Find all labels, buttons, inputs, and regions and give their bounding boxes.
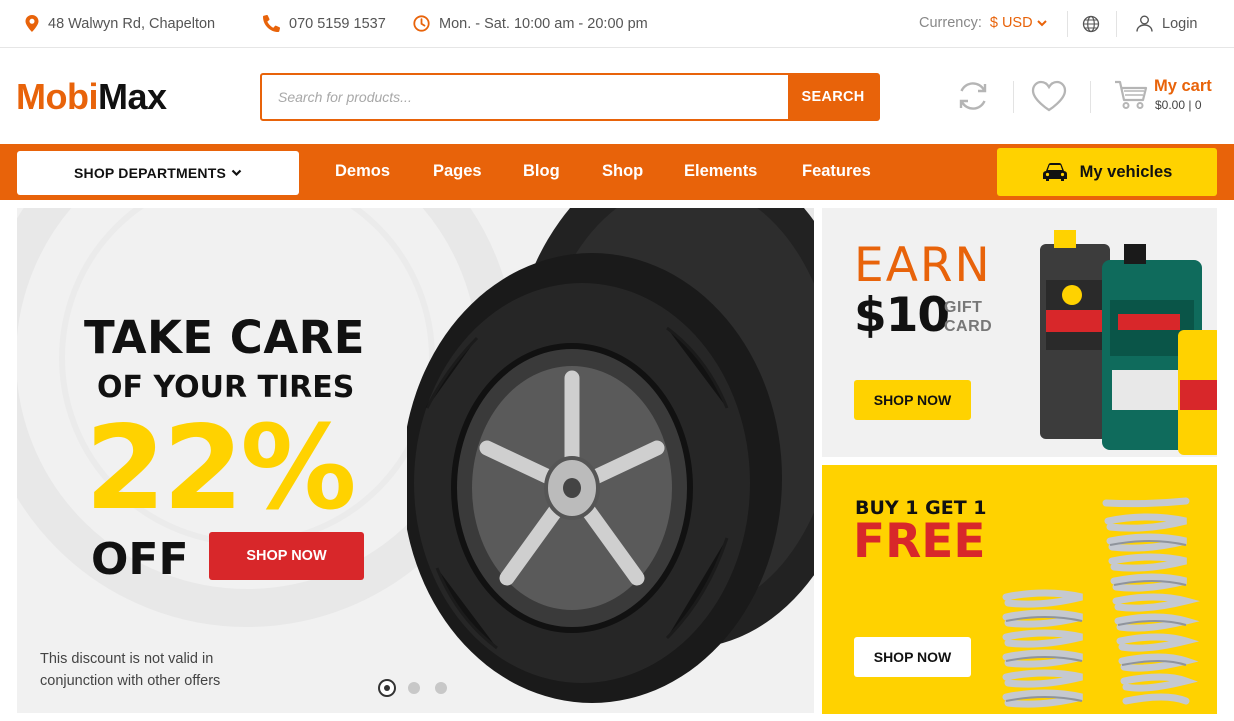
- logo-part-1: Mobi: [16, 76, 98, 117]
- bogo-promo: BUY 1 GET 1 FREE SHOP NOW: [822, 465, 1217, 714]
- globe-icon: [1082, 15, 1100, 33]
- shop-departments-button[interactable]: SHOP DEPARTMENTS: [17, 151, 299, 195]
- my-vehicles-button[interactable]: My vehicles: [997, 148, 1217, 196]
- divider: [1116, 11, 1117, 37]
- shop-departments-label: SHOP DEPARTMENTS: [73, 165, 227, 181]
- phone-info[interactable]: 070 5159 1537: [263, 15, 386, 32]
- hero-disclaimer: This discount is not valid in conjunctio…: [40, 651, 221, 689]
- main-nav: SHOP DEPARTMENTS Demos Pages Blog Shop E…: [0, 144, 1234, 200]
- slider-dot-1[interactable]: [378, 679, 396, 697]
- promo2-shop-now-button[interactable]: SHOP NOW: [854, 637, 971, 677]
- user-icon: [1136, 15, 1153, 32]
- cart-icon: [1115, 80, 1148, 109]
- hero-off-label: OFF: [91, 534, 189, 585]
- hours-info: Mon. - Sat. 10:00 am - 20:00 pm: [413, 15, 648, 32]
- phone-text: 070 5159 1537: [289, 15, 386, 32]
- nav-item-demos[interactable]: Demos: [335, 162, 390, 181]
- cart-summary: $0.00 | 0: [1155, 98, 1202, 112]
- nav-item-blog[interactable]: Blog: [523, 162, 560, 181]
- search-input[interactable]: [262, 75, 788, 119]
- promo1-gift-line: GIFT: [944, 299, 983, 316]
- clock-icon: [413, 15, 430, 32]
- hero-shop-now-button[interactable]: SHOP NOW: [209, 532, 364, 580]
- promo2-free-label: FREE: [853, 514, 986, 569]
- promo1-shop-now-button[interactable]: SHOP NOW: [854, 380, 971, 420]
- my-vehicles-label: My vehicles: [1079, 162, 1173, 181]
- login-link[interactable]: Login: [1136, 15, 1197, 32]
- logo-part-2: Max: [97, 76, 167, 117]
- refresh-icon: [959, 82, 987, 110]
- language-selector[interactable]: [1082, 15, 1109, 33]
- site-logo[interactable]: MobiMax: [16, 78, 167, 116]
- top-info-bar: 48 Walwyn Rd, Chapelton 070 5159 1537 Mo…: [0, 0, 1234, 48]
- gift-card-promo: EARN $10 GIFT CARD SHOP NOW: [822, 208, 1217, 457]
- wishlist-button[interactable]: [1031, 80, 1067, 117]
- car-icon: [1042, 163, 1067, 181]
- tire-illustration: [407, 208, 814, 703]
- currency-value-text: $ USD: [989, 15, 1033, 31]
- motor-oil-illustration: [1040, 230, 1217, 455]
- currency-value[interactable]: $ USD: [990, 15, 1047, 31]
- address-info: 48 Walwyn Rd, Chapelton: [25, 15, 215, 32]
- login-label: Login: [1162, 15, 1198, 32]
- heart-icon: [1031, 80, 1067, 112]
- divider: [1013, 81, 1014, 113]
- chevron-down-icon: [231, 169, 242, 177]
- search-button[interactable]: SEARCH: [788, 75, 878, 119]
- nav-item-features[interactable]: Features: [802, 162, 871, 181]
- hero-headline: TAKE CARE: [84, 311, 366, 364]
- nav-item-shop[interactable]: Shop: [602, 162, 643, 181]
- promo1-amount: $10: [854, 288, 950, 343]
- promo1-gift-card-label: GIFT CARD: [944, 298, 992, 336]
- promo1-earn-label: EARN: [854, 238, 992, 293]
- map-pin-icon: [25, 15, 39, 32]
- cart-title[interactable]: My cart: [1154, 77, 1212, 96]
- slider-pagination: [378, 679, 450, 697]
- promo1-card-line: CARD: [944, 318, 993, 335]
- compare-button[interactable]: [955, 78, 991, 119]
- currency-label: Currency:: [919, 15, 982, 31]
- coil-spring-illustration: [1002, 497, 1200, 708]
- phone-icon: [263, 15, 280, 32]
- divider: [1067, 11, 1068, 37]
- search-bar: SEARCH: [260, 73, 880, 121]
- hero-subheadline: OF YOUR TIRES: [97, 370, 355, 405]
- slider-dot-3[interactable]: [432, 679, 450, 697]
- nav-item-pages[interactable]: Pages: [433, 162, 482, 181]
- currency-selector[interactable]: Currency: $ USD: [919, 15, 1047, 31]
- hero-discount-percent: 22%: [85, 401, 357, 536]
- chevron-down-icon: [1036, 19, 1047, 26]
- cart-button[interactable]: [1114, 80, 1148, 115]
- divider: [1090, 81, 1091, 113]
- nav-item-elements[interactable]: Elements: [684, 162, 757, 181]
- hours-text: Mon. - Sat. 10:00 am - 20:00 pm: [439, 15, 648, 32]
- address-text: 48 Walwyn Rd, Chapelton: [48, 15, 216, 32]
- hero-slider: TAKE CARE OF YOUR TIRES 22% OFF SHOP NOW…: [17, 208, 814, 713]
- slider-dot-2[interactable]: [405, 679, 423, 697]
